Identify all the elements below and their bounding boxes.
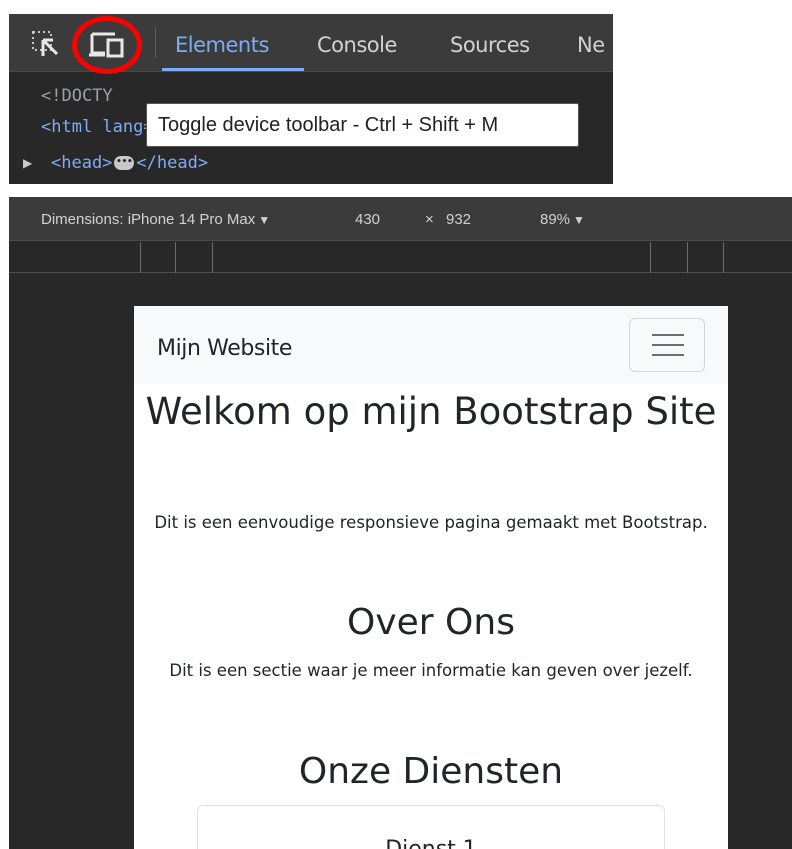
service-card-title: Dienst 1	[198, 837, 664, 849]
device-toolbar: Dimensions: iPhone 14 Pro Max ▼ 430 × 932…	[9, 197, 792, 241]
tab-sources[interactable]: Sources	[450, 33, 530, 57]
tab-elements[interactable]: Elements	[175, 33, 269, 57]
head-open-tag: <head>	[51, 153, 113, 173]
devtools-panel: Elements Console Sources Ne <!DOCTY <htm…	[9, 14, 613, 184]
ruler-tick	[723, 242, 724, 273]
zoom-select[interactable]: 89% ▼	[540, 211, 585, 228]
width-input[interactable]: 430	[355, 211, 380, 228]
media-query-ruler[interactable]	[9, 242, 792, 273]
ruler-tick	[140, 242, 141, 273]
ruler-tick	[175, 242, 176, 273]
about-text: Dit is een sectie waar je meer informati…	[169, 661, 693, 680]
navbar-brand[interactable]: Mijn Website	[157, 336, 292, 361]
toolbar-divider	[155, 28, 156, 58]
active-tab-indicator	[162, 68, 304, 71]
device-viewport: Mijn Website Welkom op mijn Bootstrap Si…	[134, 306, 728, 849]
ruler-tick	[650, 242, 651, 273]
hero-text: Dit is een eenvoudige responsieve pagina…	[154, 513, 708, 532]
dropdown-caret-icon: ▼	[573, 213, 585, 227]
highlight-circle	[72, 16, 142, 74]
inspect-element-icon[interactable]	[31, 30, 61, 58]
tooltip: Toggle device toolbar - Ctrl + Shift + M	[146, 103, 579, 147]
services-title: Onze Diensten	[298, 751, 564, 792]
device-emulation-panel: Dimensions: iPhone 14 Pro Max ▼ 430 × 932…	[9, 197, 792, 849]
zoom-label: 89%	[540, 211, 571, 228]
ruler-tick	[687, 242, 688, 273]
head-node[interactable]: <head> ••• </head>	[51, 153, 208, 173]
times-separator: ×	[425, 211, 434, 228]
tab-network[interactable]: Ne	[577, 33, 605, 57]
dimensions-select[interactable]: Dimensions: iPhone 14 Pro Max ▼	[41, 211, 270, 228]
devtools-tab-bar: Elements Console Sources Ne	[9, 14, 613, 74]
site-navbar: Mijn Website	[134, 306, 728, 384]
height-input[interactable]: 932	[446, 211, 471, 228]
navbar-toggler-button[interactable]	[629, 318, 705, 372]
hero-title: Welkom op mijn Bootstrap Site	[145, 390, 717, 433]
ellipsis-icon[interactable]: •••	[114, 156, 135, 170]
ruler-tick	[212, 242, 213, 273]
dropdown-caret-icon: ▼	[258, 213, 271, 227]
doctype-node[interactable]: <!DOCTY	[41, 86, 113, 106]
dimensions-label: Dimensions: iPhone 14 Pro Max	[41, 211, 256, 228]
tab-console[interactable]: Console	[317, 33, 397, 57]
about-title: Over Ons	[347, 602, 515, 643]
expand-arrow-icon[interactable]: ▶	[23, 156, 32, 170]
head-close-tag: </head>	[136, 153, 209, 173]
service-card: Dienst 1	[197, 805, 665, 849]
